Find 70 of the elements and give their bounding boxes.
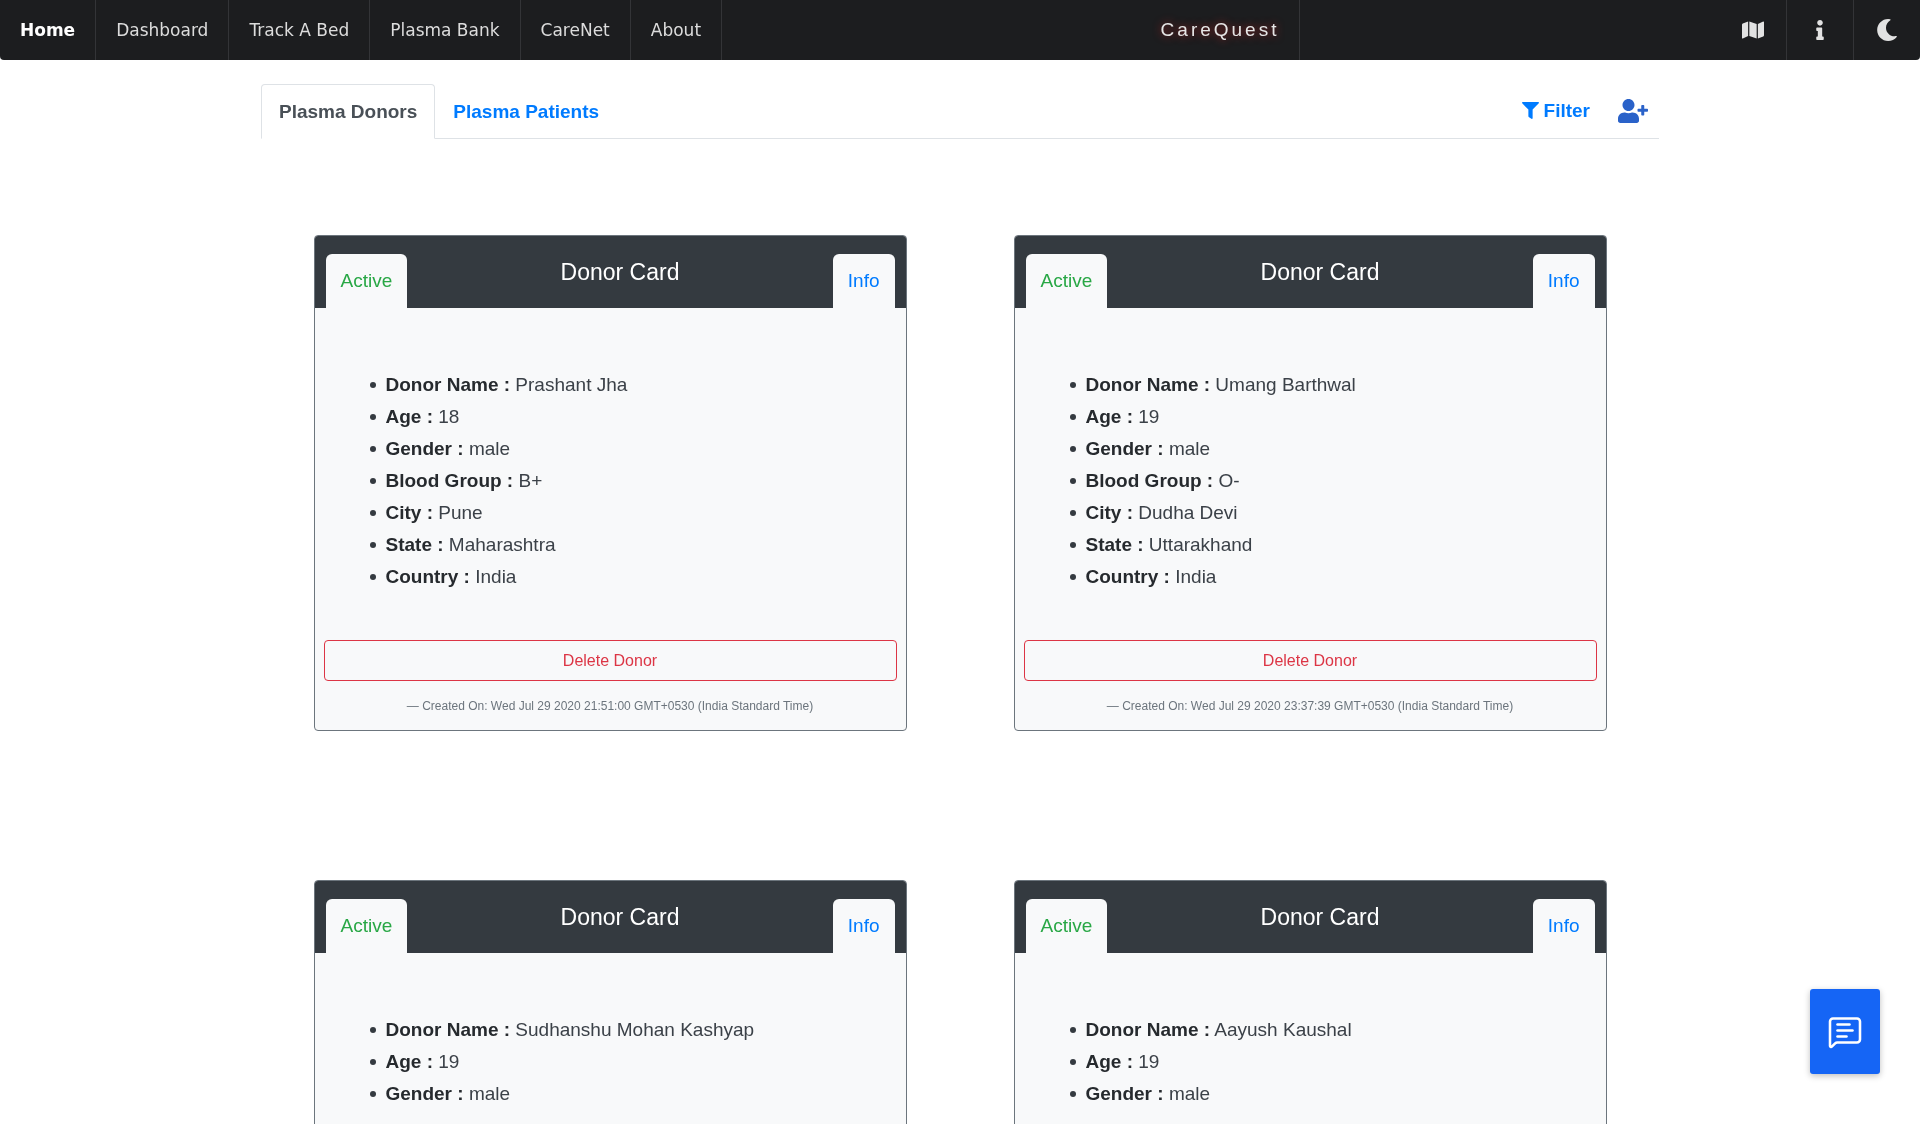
nav-link[interactable]: Home: [0, 0, 97, 60]
bullet-icon: [1069, 542, 1076, 548]
donor-field: Blood Group : O-: [1085, 470, 1240, 492]
donor-field: Gender : male: [385, 1083, 511, 1105]
tab[interactable]: Plasma Donors: [261, 84, 436, 139]
bullet-icon: [1069, 510, 1076, 516]
filter-icon: [1521, 102, 1539, 119]
info-tab[interactable]: Info: [1532, 254, 1595, 308]
donor-field: Donor Name : Sudhanshu Mohan Kashyap: [385, 1019, 755, 1041]
created-on-text: — Created On: Wed Jul 29 2020 21:51:00 GMT+0530 (India Standard Time): [405, 699, 815, 714]
info-tab[interactable]: Info: [832, 899, 895, 953]
delete-donor-button[interactable]: Delete Donor: [1023, 640, 1597, 681]
bullet-icon: [369, 478, 376, 484]
bullet-icon: [1069, 574, 1076, 580]
status-tab[interactable]: Active: [1025, 899, 1108, 953]
info-tab[interactable]: Info: [1532, 899, 1595, 953]
delete-donor-button[interactable]: Delete Donor: [323, 640, 897, 681]
card-title: Donor Card: [559, 258, 681, 286]
bullet-icon: [1069, 446, 1076, 452]
card-title: Donor Card: [1259, 258, 1381, 286]
bullet-icon: [369, 1091, 376, 1097]
status-tab[interactable]: Active: [325, 254, 408, 308]
bullet-icon: [369, 382, 376, 388]
bullet-icon: [1069, 414, 1076, 420]
bullet-icon: [1069, 382, 1076, 388]
bullet-icon: [369, 1027, 376, 1033]
donor-field: Gender : male: [385, 438, 511, 460]
bullet-icon: [369, 1059, 376, 1065]
status-tab[interactable]: Active: [1025, 254, 1108, 308]
card-title: Donor Card: [1259, 903, 1381, 931]
chat-button[interactable]: [1810, 989, 1880, 1074]
donor-field: Gender : male: [1085, 438, 1211, 460]
donor-field: State : Uttarakhand: [1085, 534, 1253, 556]
nav-link[interactable]: Plasma Bank: [370, 0, 521, 60]
map-icon[interactable]: [1741, 19, 1764, 41]
donor-field: Gender : male: [1085, 1083, 1211, 1105]
bullet-icon: [1069, 1091, 1076, 1097]
nav-link[interactable]: CareNet: [520, 0, 631, 60]
brand-logo-text[interactable]: CareQuest: [1140, 0, 1301, 60]
donor-field: Country : India: [1085, 566, 1217, 588]
status-tab[interactable]: Active: [325, 899, 408, 953]
bullet-icon: [1069, 1027, 1076, 1033]
donor-field: City : Dudha Devi: [1085, 502, 1238, 524]
tab[interactable]: Plasma Patients: [435, 84, 618, 139]
nav-link[interactable]: About: [630, 0, 723, 60]
donor-field: Country : India: [385, 566, 517, 588]
bullet-icon: [369, 510, 376, 516]
donor-field: State : Maharashtra: [385, 534, 556, 556]
info-tab[interactable]: Info: [832, 254, 895, 308]
created-on-text: — Created On: Wed Jul 29 2020 23:37:39 GMT+0530 (India Standard Time): [1105, 699, 1515, 714]
bullet-icon: [1069, 1059, 1076, 1065]
bullet-icon: [1069, 478, 1076, 484]
donor-field: Donor Name : Prashant Jha: [385, 374, 628, 396]
bullet-icon: [369, 574, 376, 580]
donor-field: Donor Name : Umang Barthwal: [1085, 374, 1356, 396]
card-title: Donor Card: [559, 903, 681, 931]
donor-field: City : Pune: [385, 502, 483, 524]
donor-field: Donor Name : Aayush Kaushal: [1085, 1019, 1352, 1041]
donor-field: Age : 19: [1085, 1051, 1160, 1073]
donor-field: Age : 18: [385, 406, 460, 428]
nav-link[interactable]: Dashboard: [96, 0, 230, 60]
donor-field: Blood Group : B+: [385, 470, 543, 492]
bullet-icon: [369, 414, 376, 420]
donor-field: Age : 19: [385, 1051, 460, 1073]
moon-icon[interactable]: [1876, 19, 1898, 41]
nav-link[interactable]: Track A Bed: [229, 0, 371, 60]
donor-field: Age : 19: [1085, 406, 1160, 428]
bullet-icon: [369, 542, 376, 548]
bullet-icon: [369, 446, 376, 452]
filter-link[interactable]: Filter: [1521, 99, 1590, 122]
